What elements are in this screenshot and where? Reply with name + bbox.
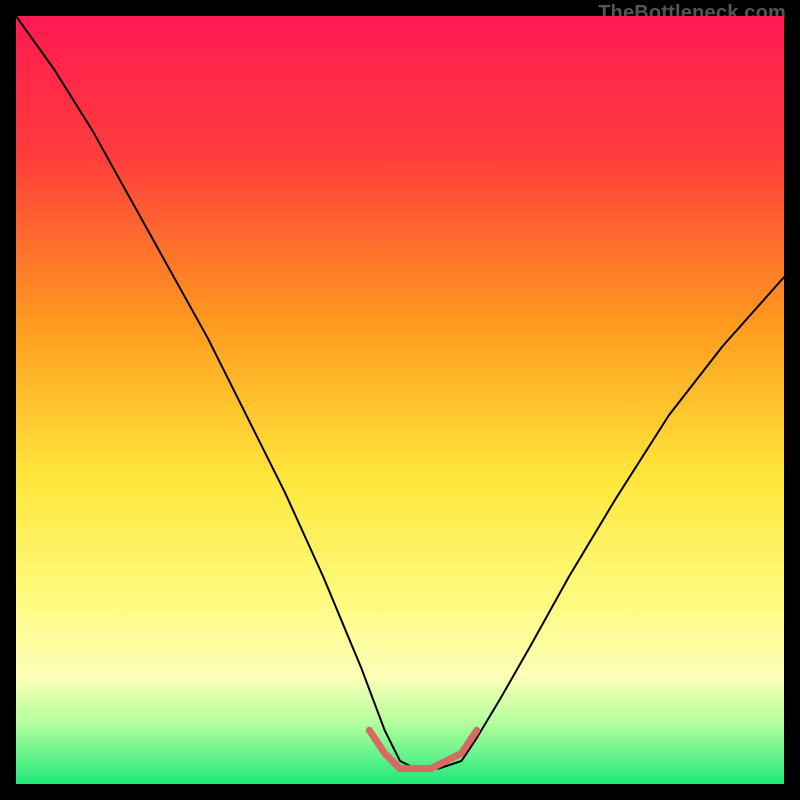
- chart-frame: TheBottleneck.com: [0, 0, 800, 800]
- plot-area: [16, 16, 784, 784]
- chart-svg: [16, 16, 784, 784]
- gradient-background: [16, 16, 784, 784]
